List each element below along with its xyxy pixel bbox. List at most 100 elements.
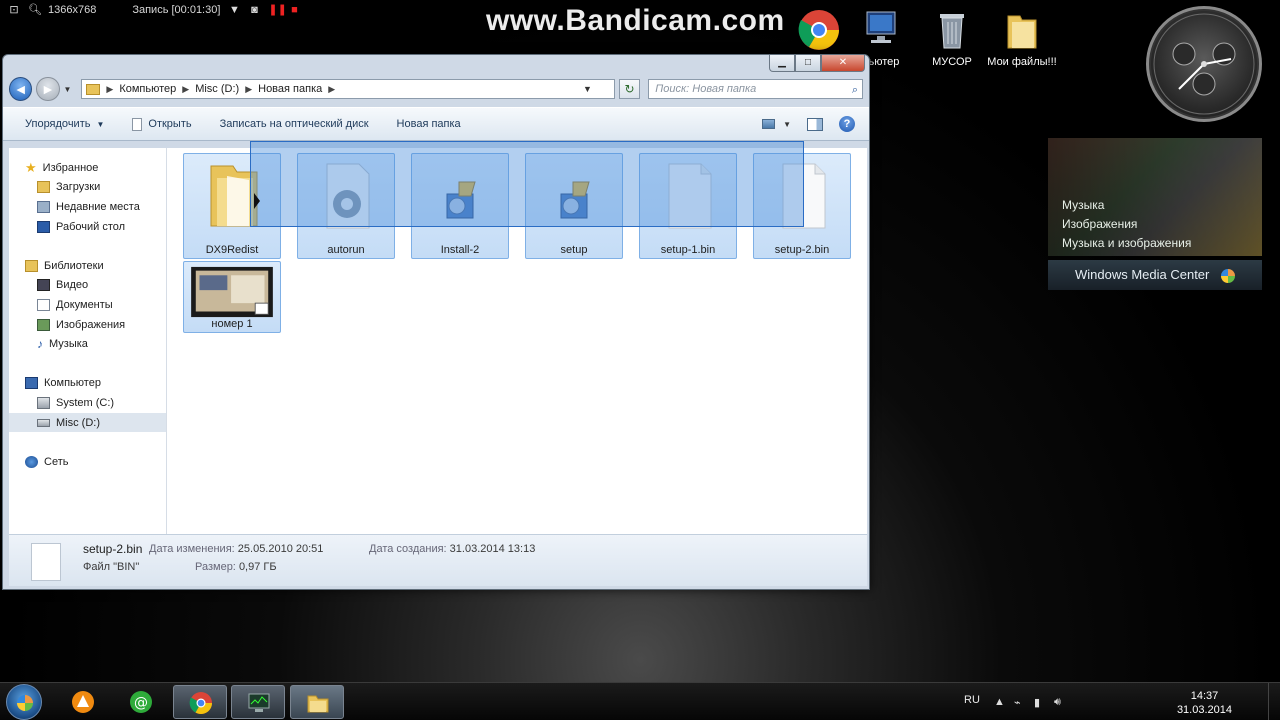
file-name: setup-2.bin (774, 244, 830, 256)
camera-icon[interactable]: ◙ (248, 4, 260, 16)
nav-video[interactable]: Видео (9, 276, 166, 296)
bandicam-watermark: www.Bandicam.com (486, 4, 785, 37)
nav-system-c[interactable]: System (C:) (9, 393, 166, 413)
new-folder-button[interactable]: Новая папка (397, 118, 461, 130)
windows-logo-icon (1221, 268, 1235, 283)
media-center-gadget[interactable]: Музыка Изображения Музыка и изображения … (1048, 138, 1262, 290)
nav-label: Рабочий стол (56, 220, 126, 233)
network-signal-icon[interactable]: ▮ (1034, 696, 1040, 709)
breadcrumb-drive[interactable]: Misc (D:) (195, 83, 239, 95)
video-icon (37, 279, 50, 292)
svg-text:@: @ (134, 695, 148, 711)
selection-rectangle (250, 141, 804, 227)
file-name: autorun (327, 244, 365, 256)
address-dropdown-icon[interactable]: ▼ (583, 80, 592, 98)
command-bar: Упорядочить ▼ Открыть Записать на оптиче… (3, 107, 869, 141)
chevron-down-icon: ▼ (96, 119, 105, 129)
history-dropdown-icon[interactable]: ▼ (64, 85, 72, 94)
breadcrumb-computer[interactable]: Компьютер (119, 83, 176, 95)
nav-label: Библиотеки (44, 259, 104, 272)
search-icon[interactable]: 🔍︎ (28, 4, 42, 16)
explorer-window[interactable]: ▁ □ ✕ ◄ ► ▼ ▶ Компьютер ▶ Misc (D:) ▶ Но… (2, 54, 870, 590)
stop-icon[interactable]: ■ (288, 4, 300, 16)
preview-pane-button[interactable] (807, 117, 823, 131)
clock-face-icon (1153, 13, 1255, 115)
open-button[interactable]: Открыть (132, 117, 192, 131)
nav-images[interactable]: Изображения (9, 315, 166, 335)
organize-button[interactable]: Упорядочить ▼ (25, 118, 104, 130)
nav-downloads[interactable]: Загрузки (9, 178, 166, 198)
show-hidden-icons-icon[interactable]: ▲ (994, 696, 1005, 708)
taskbar-app-monitor[interactable] (231, 685, 285, 719)
taskbar-app-chrome[interactable] (173, 685, 227, 719)
back-button[interactable]: ◄ (9, 77, 33, 101)
desktop-icon-chrome[interactable] (782, 8, 852, 56)
start-button[interactable] (6, 684, 42, 720)
maximize-button[interactable]: □ (795, 55, 821, 72)
minimize-button[interactable]: ▁ (769, 55, 795, 72)
blank-file-icon (31, 543, 61, 581)
wmc-menu-music-images[interactable]: Музыка и изображения (1062, 234, 1191, 253)
show-desktop-button[interactable] (1268, 683, 1280, 720)
recorder-resolution: 1366x768 (48, 4, 97, 16)
taskbar-app-explorer[interactable] (290, 685, 344, 719)
nav-label: Видео (56, 279, 89, 292)
burn-button[interactable]: Записать на оптический диск (220, 118, 369, 130)
media-tiles: Музыка Изображения Музыка и изображения (1048, 138, 1262, 256)
breadcrumb-folder[interactable]: Новая папка (258, 83, 322, 95)
details-type: Файл "BIN" (83, 561, 140, 573)
help-icon[interactable]: ? (839, 116, 855, 132)
taskbar-app-mail[interactable]: @ (114, 685, 168, 719)
file-name: Install-2 (440, 244, 480, 256)
breadcrumb-separator-icon[interactable]: ▶ (245, 84, 252, 95)
nav-libraries[interactable]: Библиотеки (9, 256, 166, 276)
nav-misc-d[interactable]: Misc (D:) (9, 412, 166, 433)
computer-icon (861, 8, 901, 52)
taskbar-app-avast[interactable] (56, 685, 110, 719)
pause-icon[interactable]: ❚❚ (268, 4, 286, 16)
taskbar-clock[interactable]: 14:37 31.03.2014 (1177, 689, 1232, 717)
search-icon[interactable]: ⌕ (852, 81, 858, 99)
chevron-down-icon: ▼ (783, 119, 791, 129)
desktop-icon-my-files[interactable]: Мои файлы!!! (987, 8, 1057, 68)
breadcrumb-separator-icon[interactable]: ▶ (182, 84, 189, 95)
network-icon (25, 455, 38, 468)
desktop-icon-recycle-bin[interactable]: МУСОР (917, 8, 987, 68)
forward-button[interactable]: ► (36, 77, 60, 101)
breadcrumb-separator-icon[interactable]: ▶ (328, 84, 335, 95)
file-name: номер 1 (211, 318, 253, 330)
refresh-button[interactable]: ↻ (618, 79, 641, 99)
modified-label: Дата изменения: (149, 543, 235, 555)
mouse-cursor-icon (254, 193, 260, 209)
pin-icon[interactable]: ⊡ (8, 4, 20, 16)
usb-icon[interactable]: ⌁ (1014, 696, 1021, 709)
nav-desktop[interactable]: Рабочий стол (9, 217, 166, 237)
created-label: Дата создания: (369, 543, 447, 555)
wmc-menu-music[interactable]: Музыка (1062, 196, 1191, 215)
navigation-pane: ★ Избранное Загрузки Недавние места Рабо… (9, 148, 167, 534)
arrow-right-icon: ► (40, 81, 55, 97)
navigation-bar: ◄ ► ▼ ▶ Компьютер ▶ Misc (D:) ▶ Новая па… (3, 75, 869, 103)
chrome-icon (797, 8, 839, 52)
file-item[interactable]: номер 1 (183, 261, 281, 333)
nav-recent[interactable]: Недавние места (9, 197, 166, 217)
language-indicator[interactable]: RU (964, 694, 980, 706)
nav-label: Misc (D:) (56, 416, 100, 429)
documents-icon (37, 298, 50, 311)
clock-gadget[interactable] (1146, 6, 1262, 122)
details-pane: setup-2.bin Дата изменения: 25.05.2010 2… (9, 534, 867, 586)
nav-music[interactable]: ♪ Музыка (9, 334, 166, 354)
nav-computer[interactable]: Компьютер (9, 374, 166, 394)
close-button[interactable]: ✕ (821, 55, 865, 72)
nav-network[interactable]: Сеть (9, 452, 166, 472)
search-input[interactable]: Поиск: Новая папка ⌕ (648, 79, 863, 99)
wmc-menu-images[interactable]: Изображения (1062, 215, 1191, 234)
address-bar[interactable]: ▶ Компьютер ▶ Misc (D:) ▶ Новая папка ▶ … (81, 79, 615, 99)
title-bar[interactable]: ▁ □ ✕ (3, 55, 869, 75)
dropdown-icon[interactable]: ▼ (228, 4, 240, 16)
view-options-button[interactable]: ▼ (762, 119, 791, 129)
volume-icon[interactable]: 🔊︎ (1054, 696, 1061, 709)
nav-documents[interactable]: Документы (9, 295, 166, 315)
modified-value: 25.05.2010 20:51 (237, 543, 324, 555)
nav-favorites[interactable]: ★ Избранное (9, 158, 166, 178)
